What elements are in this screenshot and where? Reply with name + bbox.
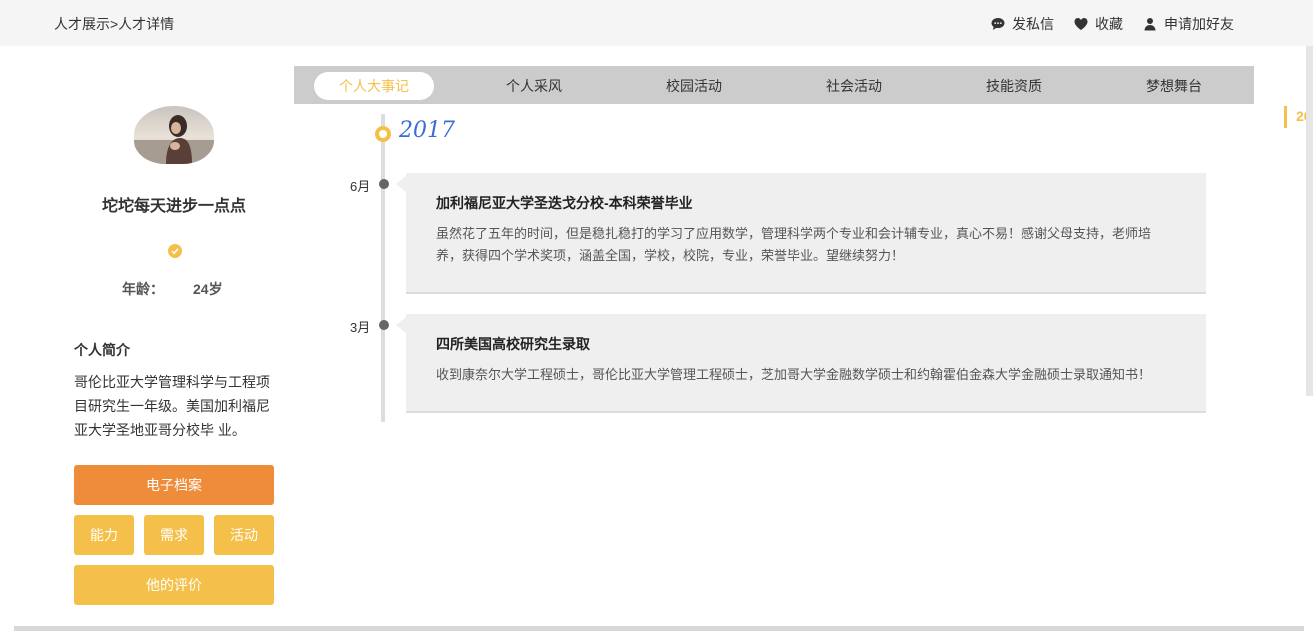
ability-button[interactable]: 能力 [74, 515, 134, 555]
vertical-scrollbar[interactable] [1306, 46, 1313, 396]
intro-title: 个人简介 [74, 342, 130, 358]
tab-social-activities[interactable]: 社会活动 [794, 72, 914, 100]
user-icon [1144, 18, 1156, 31]
age-value: 24岁 [193, 281, 223, 297]
event-month: 6月 [350, 179, 371, 194]
year-nav-marker [1284, 106, 1287, 128]
event-text: 收到康奈尔大学工程硕士，哥伦比亚大学管理工程硕士，芝加哥大学金融数学硕士和约翰霍… [436, 367, 1152, 382]
avatar [134, 106, 214, 164]
favorite-button[interactable]: 收藏 [1074, 14, 1123, 34]
timeline-event: 加利福尼亚大学圣迭戈分校-本科荣誉毕业 虽然花了五年的时间，但是稳扎稳打的学习了… [396, 173, 1206, 294]
timeline-year: 2017 [399, 118, 455, 143]
add-friend-label: 申请加好友 [1164, 16, 1234, 32]
chat-bubble-icon [991, 18, 1005, 30]
verified-check-icon [168, 244, 182, 258]
horizontal-scrollbar[interactable] [14, 626, 1304, 631]
send-message-label: 发私信 [1012, 16, 1054, 32]
e-archive-button[interactable]: 电子档案 [74, 465, 274, 505]
event-text: 虽然花了五年的时间，但是稳扎稳打的学习了应用数学，管理科学两个专业和会计辅专业，… [436, 226, 1152, 263]
profile-tabs: 个人大事记 个人采风 校园活动 社会活动 技能资质 梦想舞台 [294, 66, 1254, 104]
year-marker-icon [375, 126, 391, 142]
event-dot-icon [379, 320, 389, 330]
top-actions: 发私信 收藏 申请加好友 [991, 14, 1234, 34]
favorite-label: 收藏 [1095, 16, 1123, 32]
need-button[interactable]: 需求 [144, 515, 204, 555]
evaluation-button[interactable]: 他的评价 [74, 565, 274, 605]
activity-button[interactable]: 活动 [214, 515, 274, 555]
send-message-button[interactable]: 发私信 [991, 14, 1054, 34]
profile-name: 坨坨每天进步一点点 [101, 198, 246, 215]
tab-campus-activities[interactable]: 校园活动 [634, 72, 754, 100]
breadcrumb[interactable]: 人才展示>人才详情 [54, 14, 174, 34]
add-friend-button[interactable]: 申请加好友 [1143, 14, 1234, 34]
tab-dream-stage[interactable]: 梦想舞台 [1114, 72, 1234, 100]
tab-skills[interactable]: 技能资质 [954, 72, 1074, 100]
timeline-line [381, 114, 385, 422]
age-label: 年龄： [122, 281, 164, 297]
event-title: 加利福尼亚大学圣迭戈分校-本科荣誉毕业 [436, 195, 693, 211]
event-month: 3月 [350, 320, 371, 335]
event-title: 四所美国高校研究生录取 [436, 336, 590, 352]
top-bar: 人才展示>人才详情 发私信 收藏 申请加好友 [0, 0, 1313, 46]
event-dot-icon [379, 179, 389, 189]
intro-text: 哥伦比亚大学管理科学与工程项目研究生一年级。美国加利福尼亚大学圣地亚哥分校毕 业… [74, 374, 270, 438]
timeline-event: 四所美国高校研究生录取 收到康奈尔大学工程硕士，哥伦比亚大学管理工程硕士，芝加哥… [396, 314, 1206, 413]
tab-personal-style[interactable]: 个人采风 [474, 72, 594, 100]
tab-milestones[interactable]: 个人大事记 [314, 72, 434, 100]
heart-icon [1074, 18, 1088, 30]
